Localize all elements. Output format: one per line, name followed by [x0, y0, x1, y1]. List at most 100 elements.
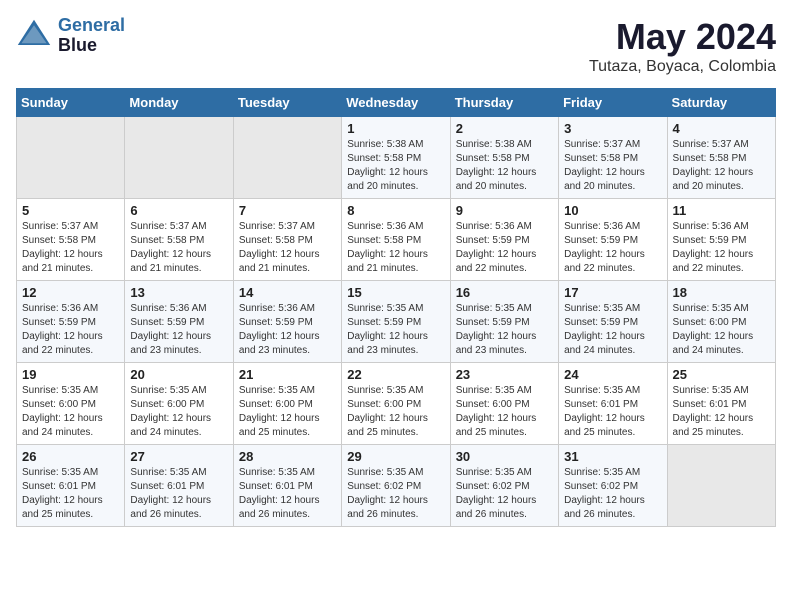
day-number: 6 — [130, 203, 227, 218]
day-info: Sunrise: 5:36 AM Sunset: 5:58 PM Dayligh… — [347, 220, 444, 276]
header-day-tuesday: Tuesday — [233, 89, 341, 117]
day-info: Sunrise: 5:35 AM Sunset: 6:01 PM Dayligh… — [239, 466, 336, 522]
week-row-2: 5 Sunrise: 5:37 AM Sunset: 5:58 PM Daylig… — [17, 199, 776, 281]
day-info: Sunrise: 5:35 AM Sunset: 6:02 PM Dayligh… — [456, 466, 553, 522]
day-info: Sunrise: 5:36 AM Sunset: 5:59 PM Dayligh… — [22, 302, 119, 358]
day-number: 20 — [130, 367, 227, 382]
week-row-5: 26 Sunrise: 5:35 AM Sunset: 6:01 PM Dayli… — [17, 445, 776, 527]
day-cell: 11Sunrise: 5:36 AM Sunset: 5:59 PM Dayli… — [667, 199, 775, 281]
day-cell: 25Sunrise: 5:35 AM Sunset: 6:01 PM Dayli… — [667, 363, 775, 445]
day-number: 3 — [564, 121, 661, 136]
day-number: 27 — [130, 449, 227, 464]
header-row: SundayMondayTuesdayWednesdayThursdayFrid… — [17, 89, 776, 117]
day-cell: 31 Sunrise: 5:35 AM Sunset: 6:02 PM Dayli… — [559, 445, 667, 527]
day-cell — [17, 117, 125, 199]
day-cell: 21 Sunrise: 5:35 AM Sunset: 6:00 PM Dayli… — [233, 363, 341, 445]
day-cell: 6 Sunrise: 5:37 AM Sunset: 5:58 PM Daylig… — [125, 199, 233, 281]
day-cell: 10 Sunrise: 5:36 AM Sunset: 5:59 PM Dayli… — [559, 199, 667, 281]
day-number: 21 — [239, 367, 336, 382]
day-number: 17 — [564, 285, 661, 300]
day-info: Sunrise: 5:37 AM Sunset: 5:58 PM Dayligh… — [130, 220, 227, 276]
day-info: Sunrise: 5:35 AM Sunset: 5:59 PM Dayligh… — [347, 302, 444, 358]
day-cell: 30 Sunrise: 5:35 AM Sunset: 6:02 PM Dayli… — [450, 445, 558, 527]
day-cell: 16 Sunrise: 5:35 AM Sunset: 5:59 PM Dayli… — [450, 281, 558, 363]
day-info: Sunrise: 5:37 AM Sunset: 5:58 PM Dayligh… — [564, 138, 661, 194]
day-info: Sunrise: 5:35 AM Sunset: 6:01 PM Dayligh… — [564, 384, 661, 440]
day-number: 22 — [347, 367, 444, 382]
header-day-thursday: Thursday — [450, 89, 558, 117]
day-info: Sunrise: 5:35 AM Sunset: 5:59 PM Dayligh… — [564, 302, 661, 358]
day-number: 26 — [22, 449, 119, 464]
calendar-body: 1Sunrise: 5:38 AM Sunset: 5:58 PM Daylig… — [17, 117, 776, 527]
day-info: Sunrise: 5:35 AM Sunset: 6:00 PM Dayligh… — [456, 384, 553, 440]
day-number: 10 — [564, 203, 661, 218]
day-info: Sunrise: 5:36 AM Sunset: 5:59 PM Dayligh… — [239, 302, 336, 358]
day-info: Sunrise: 5:36 AM Sunset: 5:59 PM Dayligh… — [456, 220, 553, 276]
header-day-saturday: Saturday — [667, 89, 775, 117]
day-info: Sunrise: 5:35 AM Sunset: 6:01 PM Dayligh… — [130, 466, 227, 522]
day-info: Sunrise: 5:36 AM Sunset: 5:59 PM Dayligh… — [130, 302, 227, 358]
week-row-3: 12Sunrise: 5:36 AM Sunset: 5:59 PM Dayli… — [17, 281, 776, 363]
day-number: 13 — [130, 285, 227, 300]
day-number: 14 — [239, 285, 336, 300]
header-day-wednesday: Wednesday — [342, 89, 450, 117]
week-row-4: 19Sunrise: 5:35 AM Sunset: 6:00 PM Dayli… — [17, 363, 776, 445]
day-cell: 2 Sunrise: 5:38 AM Sunset: 5:58 PM Daylig… — [450, 117, 558, 199]
day-number: 11 — [673, 203, 770, 218]
day-number: 9 — [456, 203, 553, 218]
logo-text: General Blue — [58, 16, 125, 56]
day-number: 7 — [239, 203, 336, 218]
day-info: Sunrise: 5:35 AM Sunset: 6:01 PM Dayligh… — [22, 466, 119, 522]
day-info: Sunrise: 5:35 AM Sunset: 5:59 PM Dayligh… — [456, 302, 553, 358]
logo: General Blue — [16, 16, 125, 56]
day-cell: 23 Sunrise: 5:35 AM Sunset: 6:00 PM Dayli… — [450, 363, 558, 445]
header-day-sunday: Sunday — [17, 89, 125, 117]
day-number: 30 — [456, 449, 553, 464]
day-cell: 4Sunrise: 5:37 AM Sunset: 5:58 PM Daylig… — [667, 117, 775, 199]
day-number: 25 — [673, 367, 770, 382]
day-cell: 14 Sunrise: 5:36 AM Sunset: 5:59 PM Dayli… — [233, 281, 341, 363]
month-title: May 2024 — [589, 16, 776, 58]
day-number: 5 — [22, 203, 119, 218]
day-number: 28 — [239, 449, 336, 464]
day-info: Sunrise: 5:38 AM Sunset: 5:58 PM Dayligh… — [456, 138, 553, 194]
location-title: Tutaza, Boyaca, Colombia — [589, 58, 776, 76]
day-number: 31 — [564, 449, 661, 464]
day-number: 8 — [347, 203, 444, 218]
day-cell: 13 Sunrise: 5:36 AM Sunset: 5:59 PM Dayli… — [125, 281, 233, 363]
day-info: Sunrise: 5:36 AM Sunset: 5:59 PM Dayligh… — [564, 220, 661, 276]
day-info: Sunrise: 5:35 AM Sunset: 6:00 PM Dayligh… — [673, 302, 770, 358]
day-info: Sunrise: 5:37 AM Sunset: 5:58 PM Dayligh… — [22, 220, 119, 276]
day-cell: 29 Sunrise: 5:35 AM Sunset: 6:02 PM Dayli… — [342, 445, 450, 527]
week-row-1: 1Sunrise: 5:38 AM Sunset: 5:58 PM Daylig… — [17, 117, 776, 199]
calendar-table: SundayMondayTuesdayWednesdayThursdayFrid… — [16, 88, 776, 527]
day-cell: 28 Sunrise: 5:35 AM Sunset: 6:01 PM Dayli… — [233, 445, 341, 527]
day-info: Sunrise: 5:35 AM Sunset: 6:00 PM Dayligh… — [22, 384, 119, 440]
day-info: Sunrise: 5:35 AM Sunset: 6:00 PM Dayligh… — [239, 384, 336, 440]
day-info: Sunrise: 5:37 AM Sunset: 5:58 PM Dayligh… — [239, 220, 336, 276]
day-number: 23 — [456, 367, 553, 382]
day-cell: 8 Sunrise: 5:36 AM Sunset: 5:58 PM Daylig… — [342, 199, 450, 281]
day-cell: 12Sunrise: 5:36 AM Sunset: 5:59 PM Dayli… — [17, 281, 125, 363]
calendar-header: SundayMondayTuesdayWednesdayThursdayFrid… — [17, 89, 776, 117]
day-info: Sunrise: 5:35 AM Sunset: 6:00 PM Dayligh… — [130, 384, 227, 440]
day-cell: 22Sunrise: 5:35 AM Sunset: 6:00 PM Dayli… — [342, 363, 450, 445]
day-cell: 15 Sunrise: 5:35 AM Sunset: 5:59 PM Dayli… — [342, 281, 450, 363]
day-cell: 3 Sunrise: 5:37 AM Sunset: 5:58 PM Daylig… — [559, 117, 667, 199]
day-cell — [125, 117, 233, 199]
day-number: 16 — [456, 285, 553, 300]
day-number: 15 — [347, 285, 444, 300]
day-cell: 19Sunrise: 5:35 AM Sunset: 6:00 PM Dayli… — [17, 363, 125, 445]
day-info: Sunrise: 5:35 AM Sunset: 6:02 PM Dayligh… — [564, 466, 661, 522]
day-cell: 18Sunrise: 5:35 AM Sunset: 6:00 PM Dayli… — [667, 281, 775, 363]
day-number: 29 — [347, 449, 444, 464]
day-cell: 5 Sunrise: 5:37 AM Sunset: 5:58 PM Daylig… — [17, 199, 125, 281]
day-cell: 20 Sunrise: 5:35 AM Sunset: 6:00 PM Dayli… — [125, 363, 233, 445]
day-info: Sunrise: 5:35 AM Sunset: 6:02 PM Dayligh… — [347, 466, 444, 522]
day-number: 24 — [564, 367, 661, 382]
day-number: 2 — [456, 121, 553, 136]
day-info: Sunrise: 5:37 AM Sunset: 5:58 PM Dayligh… — [673, 138, 770, 194]
day-cell — [233, 117, 341, 199]
day-cell: 26 Sunrise: 5:35 AM Sunset: 6:01 PM Dayli… — [17, 445, 125, 527]
day-cell: 9 Sunrise: 5:36 AM Sunset: 5:59 PM Daylig… — [450, 199, 558, 281]
